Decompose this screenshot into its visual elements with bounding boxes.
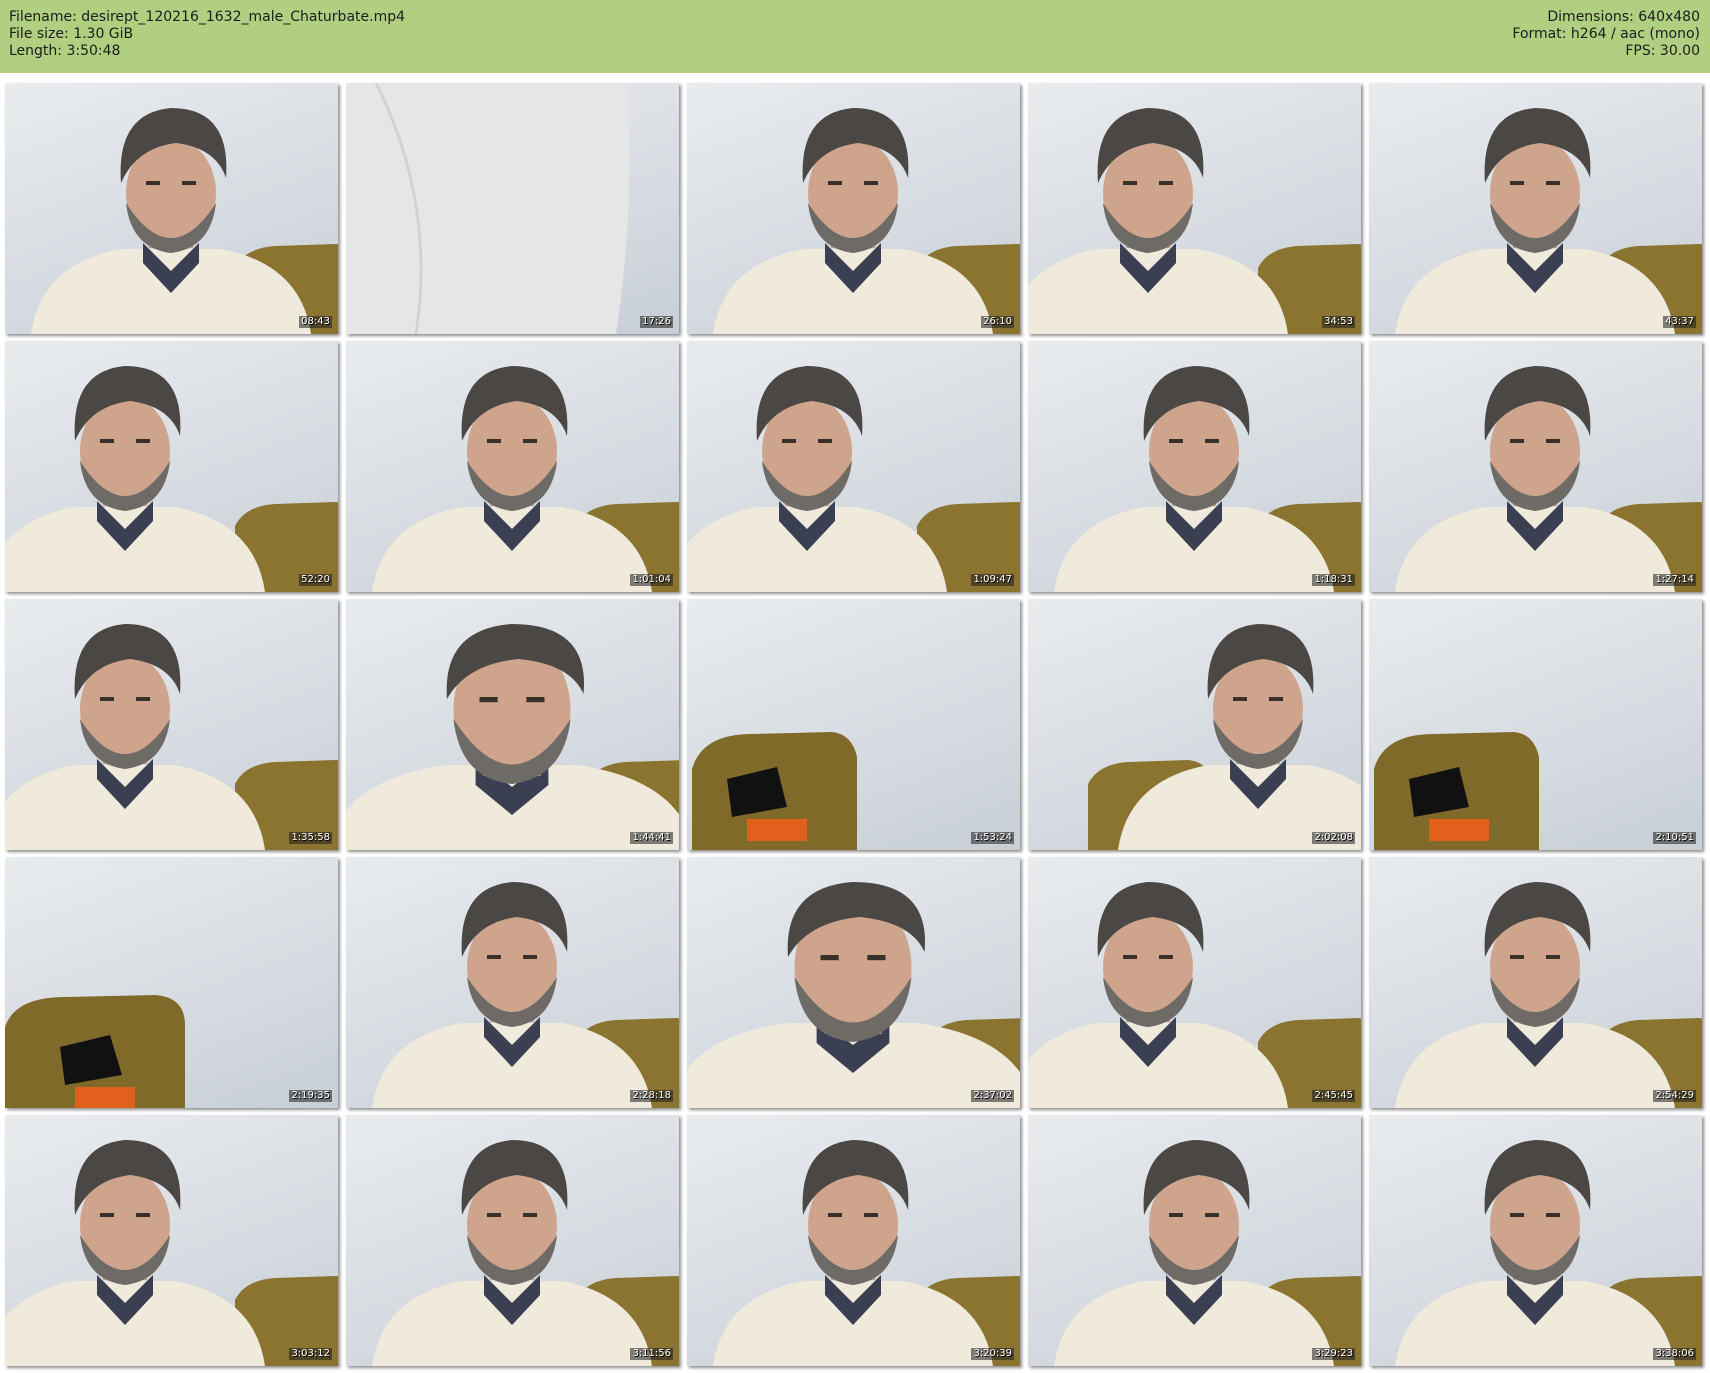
frame-image <box>713 1140 1020 1366</box>
video-thumbnail[interactable]: 2:54:29 <box>1369 857 1702 1108</box>
frame-image <box>5 995 185 1108</box>
video-thumbnail[interactable]: 3:38:06 <box>1369 1115 1702 1366</box>
timestamp-label: 1:27:14 <box>1653 574 1696 586</box>
video-thumbnail[interactable]: 1:53:24 <box>687 599 1020 850</box>
video-thumbnail[interactable]: 1:27:14 <box>1369 341 1702 592</box>
timestamp-label: 34:53 <box>1322 316 1355 328</box>
video-thumbnail[interactable]: 1:18:31 <box>1028 341 1361 592</box>
timestamp-label: 1:09:47 <box>971 574 1014 586</box>
dimensions-text: Dimensions: 640x480 <box>1547 9 1700 25</box>
frame-image <box>1395 366 1702 592</box>
timestamp-label: 2:02:08 <box>1312 832 1355 844</box>
video-thumbnail[interactable]: 1:01:04 <box>346 341 679 592</box>
thumbnail-grid: 08:43 17:26 26:10 34:53 43:37 52:20 1:01… <box>5 83 1702 1366</box>
frame-image <box>372 882 679 1108</box>
frame-image <box>346 83 630 334</box>
frame-image <box>1395 882 1702 1108</box>
timestamp-label: 17:26 <box>640 316 673 328</box>
timestamp-label: 1:35:58 <box>289 832 332 844</box>
video-thumbnail[interactable]: 08:43 <box>5 83 338 334</box>
timestamp-label: 2:19:35 <box>289 1090 332 1102</box>
video-thumbnail[interactable]: 3:29:23 <box>1028 1115 1361 1366</box>
video-info: Dimensions: 640x480 Format: h264 / aac (… <box>1512 9 1700 60</box>
timestamp-label: 1:44:41 <box>630 832 673 844</box>
frame-image <box>5 624 338 850</box>
fps-text: FPS: 30.00 <box>1625 43 1700 59</box>
video-thumbnail[interactable]: 1:35:58 <box>5 599 338 850</box>
timestamp-label: 08:43 <box>299 316 332 328</box>
video-thumbnail[interactable]: 17:26 <box>346 83 679 334</box>
video-thumbnail[interactable]: 1:09:47 <box>687 341 1020 592</box>
frame-image <box>692 732 857 850</box>
video-thumbnail[interactable]: 2:02:08 <box>1028 599 1361 850</box>
frame-image <box>1088 624 1361 850</box>
frame-image <box>1028 882 1361 1108</box>
timestamp-label: 26:10 <box>981 316 1014 328</box>
frame-image <box>1054 366 1361 592</box>
frame-image <box>1395 1140 1702 1366</box>
timestamp-label: 1:18:31 <box>1312 574 1355 586</box>
file-size-text: File size: 1.30 GiB <box>9 26 134 42</box>
video-thumbnail[interactable]: 43:37 <box>1369 83 1702 334</box>
timestamp-label: 1:53:24 <box>971 832 1014 844</box>
frame-image <box>1054 1140 1361 1366</box>
frame-image <box>687 366 1020 592</box>
timestamp-label: 2:10:51 <box>1653 832 1696 844</box>
video-thumbnail[interactable]: 52:20 <box>5 341 338 592</box>
frame-image <box>687 882 1020 1108</box>
frame-image <box>372 366 679 592</box>
timestamp-label: 2:45:45 <box>1312 1090 1355 1102</box>
frame-image <box>372 1140 679 1366</box>
format-text: Format: h264 / aac (mono) <box>1512 26 1700 42</box>
frame-image <box>1374 732 1539 850</box>
frame-image <box>346 624 679 850</box>
video-thumbnail[interactable]: 2:10:51 <box>1369 599 1702 850</box>
video-thumbnail[interactable]: 3:11:56 <box>346 1115 679 1366</box>
frame-image <box>5 366 338 592</box>
timestamp-label: 3:20:39 <box>971 1348 1014 1360</box>
video-thumbnail[interactable]: 2:45:45 <box>1028 857 1361 1108</box>
info-header: Filename: desirept_120216_1632_male_Chat… <box>0 0 1710 73</box>
timestamp-label: 2:54:29 <box>1653 1090 1696 1102</box>
timestamp-label: 43:37 <box>1663 316 1696 328</box>
length-text: Length: 3:50:48 <box>9 43 121 59</box>
video-thumbnail[interactable]: 34:53 <box>1028 83 1361 334</box>
timestamp-label: 52:20 <box>299 574 332 586</box>
frame-image <box>1028 108 1361 334</box>
frame-image <box>713 108 1020 334</box>
timestamp-label: 2:37:02 <box>971 1090 1014 1102</box>
file-info: Filename: desirept_120216_1632_male_Chat… <box>9 9 405 60</box>
video-thumbnail[interactable]: 26:10 <box>687 83 1020 334</box>
timestamp-label: 2:28:18 <box>630 1090 673 1102</box>
video-thumbnail[interactable]: 2:28:18 <box>346 857 679 1108</box>
video-thumbnail[interactable]: 2:37:02 <box>687 857 1020 1108</box>
timestamp-label: 3:29:23 <box>1312 1348 1355 1360</box>
filename-text: Filename: desirept_120216_1632_male_Chat… <box>9 9 406 25</box>
timestamp-label: 3:38:06 <box>1653 1348 1696 1360</box>
frame-image <box>1395 108 1702 334</box>
video-thumbnail[interactable]: 2:19:35 <box>5 857 338 1108</box>
timestamp-label: 3:11:56 <box>630 1348 673 1360</box>
video-thumbnail[interactable]: 1:44:41 <box>346 599 679 850</box>
timestamp-label: 1:01:04 <box>630 574 673 586</box>
video-thumbnail[interactable]: 3:20:39 <box>687 1115 1020 1366</box>
video-thumbnail[interactable]: 3:03:12 <box>5 1115 338 1366</box>
frame-image <box>5 1140 338 1366</box>
frame-image <box>31 108 338 334</box>
timestamp-label: 3:03:12 <box>289 1348 332 1360</box>
